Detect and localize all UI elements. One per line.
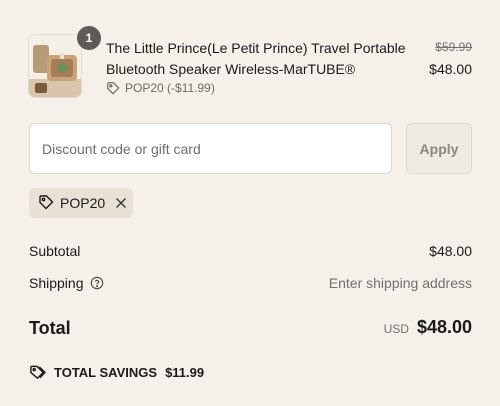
total-value: USD $48.00: [384, 317, 472, 338]
tag-icon: [107, 82, 120, 95]
total-savings-label: TOTAL SAVINGS: [54, 365, 158, 380]
shipping-value: Enter shipping address: [328, 275, 472, 291]
shipping-row: Shipping: [29, 275, 104, 291]
currency-code: USD: [383, 322, 409, 336]
product-thumbnail: [28, 34, 82, 98]
close-icon[interactable]: [115, 197, 127, 209]
total-savings: TOTAL SAVINGS $11.99: [29, 364, 204, 381]
tag-icon: [38, 194, 54, 213]
question-circle-icon[interactable]: [90, 276, 104, 290]
apply-button[interactable]: Apply: [406, 123, 472, 174]
applied-discount-chip: POP20: [29, 188, 133, 218]
discount-code-input[interactable]: [29, 123, 392, 174]
line-price: $48.00: [429, 61, 472, 77]
product-title: The Little Prince(Le Petit Prince) Trave…: [106, 40, 406, 77]
total-savings-amount: $11.99: [165, 365, 205, 380]
line-discount-label: POP20 (-$11.99): [125, 81, 215, 95]
total-amount: $48.00: [416, 317, 472, 337]
total-label: Total: [29, 318, 71, 338]
subtotal-value: $48.00: [429, 243, 472, 259]
tags-icon: [30, 365, 46, 380]
subtotal-label: Subtotal: [29, 243, 81, 259]
applied-discount-code: POP20: [60, 195, 106, 211]
compare-at-price: $59.99: [435, 40, 472, 54]
quantity-badge: 1: [77, 26, 101, 50]
shipping-label: Shipping: [29, 275, 84, 291]
line-discount: POP20 (-$11.99): [106, 81, 215, 95]
